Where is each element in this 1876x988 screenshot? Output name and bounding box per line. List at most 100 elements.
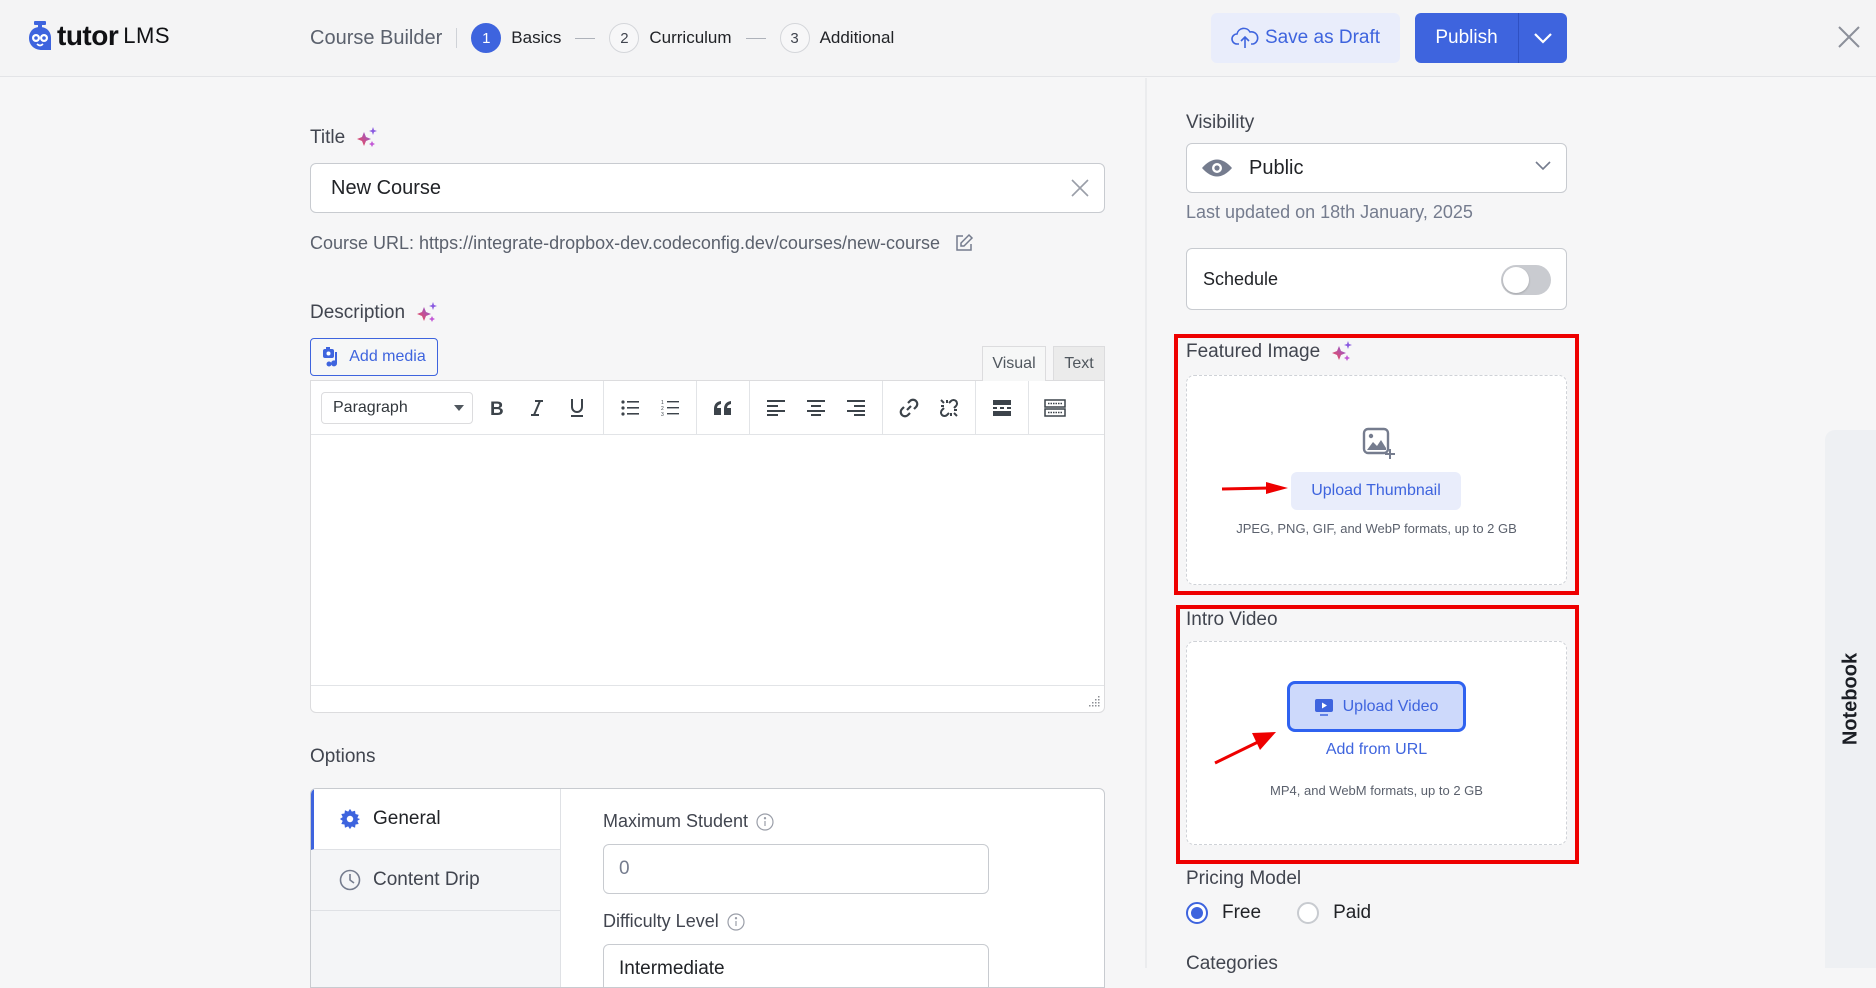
image-formats-hint: JPEG, PNG, GIF, and WebP formats, up to … [1236, 521, 1517, 536]
align-right-icon [847, 399, 865, 416]
visibility-select[interactable]: Public [1186, 143, 1567, 193]
course-builder-title: Course Builder [310, 26, 443, 49]
numbered-list-icon: 123 [661, 400, 679, 417]
tutor-lms-logo[interactable]: tutor LMS [28, 20, 170, 52]
upload-thumbnail-button[interactable]: Upload Thumbnail [1291, 472, 1461, 510]
info-icon[interactable] [756, 812, 774, 831]
cloud-upload-icon [1231, 27, 1259, 48]
annotation-arrow [1214, 732, 1276, 765]
toolbar-group [750, 380, 883, 435]
insert-link-button[interactable] [889, 390, 929, 426]
blockquote-icon [714, 400, 731, 415]
upload-video-button[interactable]: Upload Video [1287, 681, 1466, 732]
step-basics[interactable]: 1 Basics [471, 23, 561, 53]
bullet-list-button[interactable] [610, 390, 650, 426]
align-left-button[interactable] [756, 390, 796, 426]
description-label-row: Description [310, 301, 439, 325]
course-url-row: Course URL: https://integrate-dropbox-de… [310, 231, 976, 255]
numbered-list-button[interactable]: 123 [650, 390, 690, 426]
italic-button[interactable] [517, 390, 557, 426]
step-curriculum[interactable]: 2 Curriculum [609, 23, 732, 53]
course-url-link[interactable]: https://integrate-dropbox-dev.codeconfig… [419, 233, 940, 254]
ai-sparkle-icon[interactable] [415, 301, 439, 325]
difficulty-select[interactable]: Intermediate [603, 944, 989, 987]
pricing-option-paid[interactable]: Paid [1297, 902, 1371, 924]
bold-button[interactable]: B [477, 390, 517, 426]
svg-text:3: 3 [661, 412, 664, 417]
notebook-label: Notebook [1839, 652, 1861, 746]
sidebar-divider [1145, 78, 1147, 968]
toolbar-group [883, 380, 976, 435]
info-icon[interactable] [727, 912, 745, 931]
publish-options-button[interactable] [1518, 13, 1567, 63]
step-number: 1 [471, 23, 502, 53]
toolbar-group [976, 380, 1029, 435]
editor-toolbar: Paragraph B 123 [311, 380, 1104, 435]
course-title-input[interactable]: New Course [310, 163, 1105, 213]
underline-icon [571, 398, 583, 417]
clock-icon [339, 869, 361, 891]
step-connector [745, 37, 766, 39]
max-student-label-row: Maximum Student [603, 811, 774, 832]
step-connector [575, 37, 596, 39]
radio-paid[interactable] [1297, 902, 1320, 924]
difficulty-label: Difficulty Level [603, 911, 719, 931]
radio-free[interactable] [1186, 902, 1208, 924]
blockquote-button[interactable] [703, 390, 743, 426]
annotation-arrow [1221, 482, 1288, 494]
step-additional[interactable]: 3 Additional [779, 23, 895, 53]
ai-sparkle-icon[interactable] [1330, 340, 1354, 364]
tab-text[interactable]: Text [1053, 346, 1105, 381]
max-student-value: 0 [619, 858, 630, 879]
course-url-label: Course URL: [310, 232, 415, 253]
format-select-value: Paragraph [333, 398, 408, 416]
options-tab-general[interactable]: General [311, 789, 560, 850]
read-more-button[interactable] [982, 390, 1022, 426]
pricing-radio-group: Free Paid [1186, 902, 1407, 924]
options-title: Options [310, 746, 376, 767]
add-media-button[interactable]: Add media [310, 338, 438, 376]
gear-icon [339, 808, 361, 830]
tab-visual[interactable]: Visual [982, 346, 1046, 381]
max-student-input[interactable]: 0 [603, 844, 989, 894]
editor-content-area[interactable] [311, 435, 1104, 686]
toolbar-toggle-button[interactable] [1035, 390, 1075, 426]
underline-button[interactable] [557, 390, 597, 426]
pricing-option-free[interactable]: Free [1186, 902, 1261, 924]
resize-handle-icon[interactable] [1088, 696, 1100, 708]
media-icon [323, 347, 338, 367]
align-center-button[interactable] [796, 390, 836, 426]
schedule-toggle[interactable] [1501, 265, 1551, 295]
clear-icon[interactable] [1070, 178, 1090, 198]
step-number: 2 [609, 23, 640, 53]
remove-link-button[interactable] [929, 390, 969, 426]
format-select[interactable]: Paragraph [321, 391, 473, 424]
align-left-icon [767, 399, 785, 416]
options-panel: General Content Drip Maximum Student 0 D… [310, 788, 1105, 988]
difficulty-label-row: Difficulty Level [603, 911, 745, 932]
options-tab-content-drip[interactable]: Content Drip [311, 850, 560, 911]
publish-button[interactable]: Publish [1415, 13, 1518, 63]
featured-image-label: Featured Image [1186, 341, 1321, 362]
save-as-draft-button[interactable]: Save as Draft [1211, 13, 1400, 63]
toolbar-group [1029, 381, 1081, 435]
options-tab-label: Content Drip [373, 869, 480, 890]
ai-sparkle-icon[interactable] [355, 126, 379, 150]
publish-button-group: Publish [1415, 13, 1567, 63]
add-media-label: Add media [349, 348, 426, 365]
step-label: Additional [819, 28, 895, 47]
keyboard-icon [1044, 398, 1066, 417]
logo-text: tutor [57, 20, 119, 51]
notebook-panel-tab[interactable]: Notebook [1825, 430, 1876, 968]
toggle-knob [1503, 267, 1529, 293]
close-icon[interactable] [1836, 24, 1862, 50]
align-right-button[interactable] [836, 390, 876, 426]
bold-icon: B [490, 399, 504, 417]
options-nav: General Content Drip [311, 789, 561, 987]
visibility-label: Visibility [1186, 112, 1255, 133]
radio-label: Paid [1333, 902, 1372, 923]
difficulty-value: Intermediate [619, 958, 725, 979]
edit-url-button[interactable] [952, 231, 976, 255]
title-label-row: Title [310, 126, 379, 150]
step-number: 3 [779, 23, 810, 53]
